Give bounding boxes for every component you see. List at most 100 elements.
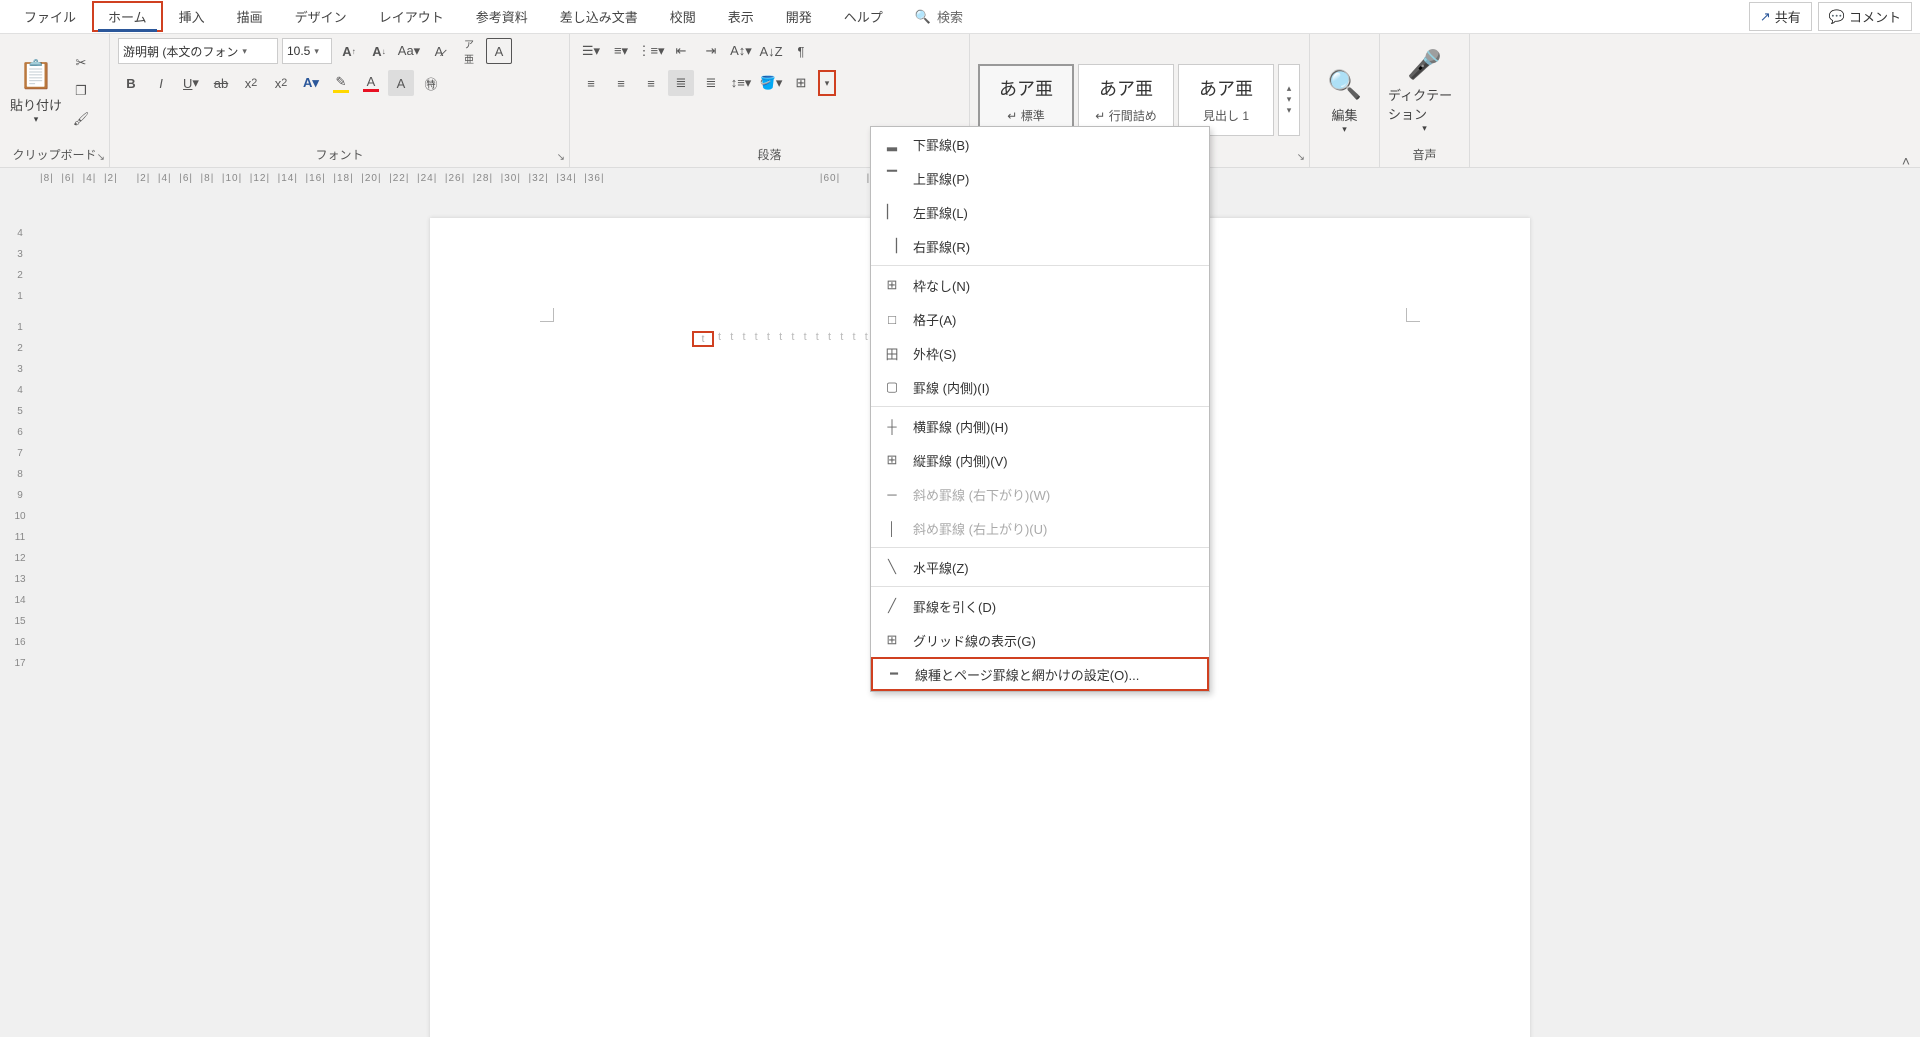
increase-indent-button[interactable]: ⇥ [698, 38, 724, 64]
numbering-button[interactable]: ≡▾ [608, 38, 634, 64]
highlight-button[interactable]: ✎ [328, 70, 354, 96]
cut-button[interactable]: ✂ [68, 50, 94, 76]
border-menu-item[interactable]: ╱罫線を引く(D) [871, 589, 1209, 623]
italic-button[interactable]: I [148, 70, 174, 96]
share-icon: ↗ [1760, 9, 1771, 25]
subscript-button[interactable]: x2 [238, 70, 264, 96]
text-effects-button[interactable]: A▾ [298, 70, 324, 96]
search-icon: 🔍 [1327, 68, 1362, 101]
tab-layout[interactable]: レイアウト [363, 1, 460, 32]
style-no-spacing[interactable]: あア亜 ↵ 行間詰め [1078, 64, 1174, 136]
char-shading-button[interactable]: A [388, 70, 414, 96]
border-item-icon: ─ [883, 485, 901, 503]
search-icon: 🔍 [915, 9, 931, 25]
dictation-button[interactable]: 🎤 ディクテーション ▾ [1388, 46, 1461, 136]
font-launcher[interactable]: ↘ [557, 152, 565, 163]
align-center-button[interactable]: ≡ [608, 70, 634, 96]
border-menu-item[interactable]: ▕右罫線(R) [871, 229, 1209, 263]
editing-label: 編集 [1331, 105, 1357, 124]
group-clipboard: 📋 貼り付け ▾ ✂ ❐ 🖌 クリップボード ↘ [0, 34, 110, 167]
styles-more-button[interactable]: ▴▾▾ [1278, 64, 1300, 136]
border-menu-item[interactable]: □格子(A) [871, 302, 1209, 336]
phonetic-guide-button[interactable]: ア亜 [456, 38, 482, 64]
strike-button[interactable]: ab [208, 70, 234, 96]
border-item-label: 外枠(S) [913, 344, 956, 363]
borders-button[interactable]: ⊞ [788, 70, 814, 96]
tab-references[interactable]: 参考資料 [460, 1, 544, 32]
superscript-button[interactable]: x2 [268, 70, 294, 96]
borders-dropdown[interactable]: ▾ [818, 70, 836, 96]
border-menu-item[interactable]: 田外枠(S) [871, 336, 1209, 370]
decrease-indent-button[interactable]: ⇤ [668, 38, 694, 64]
border-menu-item[interactable]: ▏左罫線(L) [871, 195, 1209, 229]
group-clipboard-label: クリップボード [8, 144, 101, 165]
line-spacing-button[interactable]: ↕≡▾ [728, 70, 754, 96]
group-voice: 🎤 ディクテーション ▾ 音声 [1380, 34, 1470, 167]
underline-button[interactable]: U▾ [178, 70, 204, 96]
distribute-button[interactable]: ≣ [698, 70, 724, 96]
text-direction-button[interactable]: A↕▾ [728, 38, 754, 64]
tab-developer[interactable]: 開発 [770, 1, 828, 32]
enclose-number-button[interactable]: ㊕ [418, 70, 444, 96]
tab-insert[interactable]: 挿入 [163, 1, 221, 32]
bold-button[interactable]: B [118, 70, 144, 96]
border-item-icon: ⊞ [883, 451, 901, 469]
tab-file[interactable]: ファイル [8, 1, 92, 32]
comment-button[interactable]: 💬 コメント [1818, 2, 1912, 31]
ruler-vertical[interactable]: 43211234567891011121314151617 [0, 188, 40, 1037]
tab-help[interactable]: ヘルプ [828, 1, 899, 32]
group-font-label: フォント [118, 144, 561, 165]
border-menu-item[interactable]: ╲水平線(Z) [871, 550, 1209, 584]
font-size-combo[interactable]: 10.5▾ [282, 38, 332, 64]
border-menu-item[interactable]: ┼横罫線 (内側)(H) [871, 409, 1209, 443]
tab-mailings[interactable]: 差し込み文書 [544, 1, 654, 32]
align-left-button[interactable]: ≡ [578, 70, 604, 96]
grow-font-button[interactable]: A↑ [336, 38, 362, 64]
search-box[interactable]: 🔍 検索 [899, 1, 979, 32]
border-menu-item[interactable]: ⊞グリッド線の表示(G) [871, 623, 1209, 657]
sort-button[interactable]: A↓Z [758, 38, 784, 64]
font-color-button[interactable]: A [358, 70, 384, 96]
bullets-button[interactable]: ☰▾ [578, 38, 604, 64]
copy-button[interactable]: ❐ [68, 78, 94, 104]
paste-button[interactable]: 📋 貼り付け ▾ [8, 46, 64, 136]
collapse-ribbon-button[interactable]: ˄ [1902, 153, 1910, 169]
font-size-value: 10.5 [287, 44, 310, 58]
editing-button[interactable]: 🔍 編集 ▾ [1318, 57, 1371, 147]
ruler-v-mark: 2 [17, 343, 23, 354]
align-right-button[interactable]: ≡ [638, 70, 664, 96]
ruler-v-mark: 17 [14, 658, 25, 669]
font-name-combo[interactable]: 游明朝 (本文のフォン▾ [118, 38, 278, 64]
enclose-char-button[interactable]: A [486, 38, 512, 64]
share-label: 共有 [1775, 7, 1801, 26]
shrink-font-button[interactable]: A↓ [366, 38, 392, 64]
tab-design[interactable]: デザイン [279, 1, 363, 32]
multilevel-button[interactable]: ⋮≡▾ [638, 38, 664, 64]
style-heading1[interactable]: あア亜 見出し 1 [1178, 64, 1274, 136]
clipboard-launcher[interactable]: ↘ [97, 152, 105, 163]
border-item-icon: 田 [883, 344, 901, 362]
border-menu-item[interactable]: ▢罫線 (内側)(I) [871, 370, 1209, 404]
border-menu-item[interactable]: ⊞枠なし(N) [871, 268, 1209, 302]
show-marks-button[interactable]: ¶ [788, 38, 814, 64]
border-menu-item[interactable]: ▂下罫線(B) [871, 127, 1209, 161]
border-menu-item: │斜め罫線 (右上がり)(U) [871, 511, 1209, 545]
clear-format-button[interactable]: A̷ [426, 38, 452, 64]
tab-draw[interactable]: 描画 [221, 1, 279, 32]
share-button[interactable]: ↗ 共有 [1749, 2, 1812, 31]
scissors-icon: ✂ [76, 55, 87, 71]
shading-button[interactable]: 🪣▾ [758, 70, 784, 96]
cursor-selection: t [692, 331, 714, 347]
border-menu-item[interactable]: ▔上罫線(P) [871, 161, 1209, 195]
format-painter-button[interactable]: 🖌 [68, 106, 94, 132]
tab-home[interactable]: ホーム [92, 1, 163, 32]
border-menu-item[interactable]: ━線種とページ罫線と網かけの設定(O)... [871, 657, 1209, 691]
style-normal[interactable]: あア亜 ↵ 標準 [978, 64, 1074, 136]
align-justify-button[interactable]: ≣ [668, 70, 694, 96]
search-label: 検索 [937, 7, 963, 26]
tab-review[interactable]: 校閲 [654, 1, 712, 32]
tab-view[interactable]: 表示 [712, 1, 770, 32]
styles-launcher[interactable]: ↘ [1297, 152, 1305, 163]
change-case-button[interactable]: Aa▾ [396, 38, 422, 64]
border-menu-item[interactable]: ⊞縦罫線 (内側)(V) [871, 443, 1209, 477]
